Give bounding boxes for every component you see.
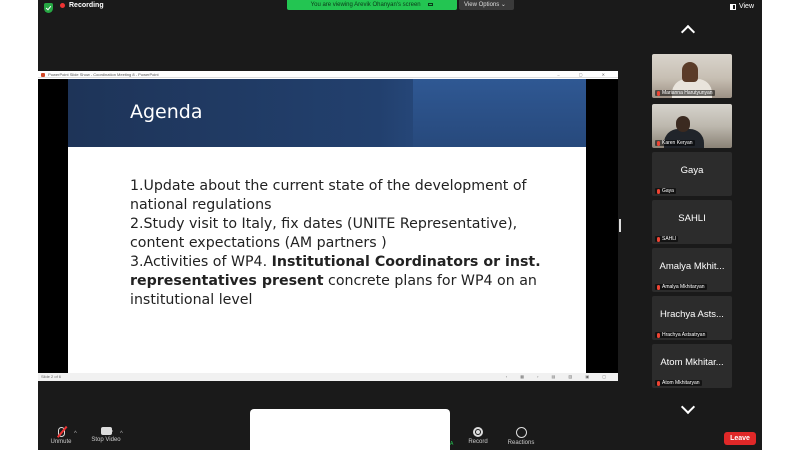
- recording-label: Recording: [69, 2, 104, 9]
- powerpoint-title: PowerPoint Slide Show - Coordination Mee…: [48, 72, 159, 77]
- video-camera-icon: [100, 427, 113, 435]
- participant-label: SAHLI: [655, 236, 679, 242]
- recording-indicator[interactable]: Recording: [60, 2, 104, 9]
- participant-video-face: [676, 116, 690, 132]
- panel-resize-handle[interactable]: [619, 219, 621, 232]
- participant-tile-name: Gaya: [680, 165, 704, 176]
- shared-screen: PowerPoint Slide Show - Coordination Mee…: [38, 71, 618, 381]
- top-bar: Recording You are viewing Arevik Ohanyan…: [38, 0, 762, 16]
- zoom-meeting-window: Recording You are viewing Arevik Ohanyan…: [38, 0, 762, 450]
- participant-video-face: [682, 62, 698, 82]
- unmute-button[interactable]: Unmute: [48, 427, 74, 445]
- stop-video-button[interactable]: Stop Video: [88, 427, 124, 443]
- mic-muted-icon: [657, 284, 660, 290]
- view-button[interactable]: View: [729, 3, 754, 10]
- participant-tile-name: Hrachya Asts...: [660, 309, 724, 320]
- record-button[interactable]: Record: [466, 427, 490, 445]
- agenda-item-prefix: 3.Activities of WP4.: [130, 254, 272, 270]
- participant-tile[interactable]: Gaya Gaya: [652, 152, 732, 196]
- screen-share-icon: [428, 2, 434, 6]
- participant-tile[interactable]: Marianna Harutyunyan: [652, 54, 732, 98]
- mic-muted-icon: [657, 332, 660, 338]
- participant-name: Atom Mkhitaryan: [662, 380, 700, 386]
- audio-options-caret[interactable]: ^: [74, 431, 77, 437]
- participant-label: Gaya: [655, 188, 676, 194]
- participant-tile[interactable]: Atom Mkhitar... Atom Mkhitaryan: [652, 344, 732, 388]
- reactions-button[interactable]: Reactions: [506, 427, 536, 446]
- participant-tile-name: Amalya Mkhit...: [659, 261, 725, 272]
- slide-title: Agenda: [130, 101, 203, 123]
- mic-muted-icon: [657, 380, 660, 386]
- unmute-label: Unmute: [50, 439, 72, 445]
- participant-name: Gaya: [662, 188, 674, 194]
- window-controls: – ▢ ✕: [557, 72, 614, 77]
- participant-tile-name: Atom Mkhitar...: [660, 357, 724, 368]
- encryption-shield-icon[interactable]: [44, 3, 53, 13]
- stop-video-label: Stop Video: [91, 437, 121, 443]
- powerpoint-icon: [41, 72, 45, 77]
- reactions-icon: [515, 427, 527, 438]
- participant-tile-name: SAHLI: [678, 213, 706, 224]
- slide-header-panel: [413, 79, 586, 147]
- participant-tile[interactable]: Amalya Mkhit... Amalya Mkhitaryan: [652, 248, 732, 292]
- recording-dot-icon: [60, 3, 65, 8]
- participant-tile[interactable]: Karen Keryan: [652, 104, 732, 148]
- chevron-down-icon[interactable]: [680, 399, 696, 415]
- agenda-item: 3.Activities of WP4. Institutional Coord…: [130, 253, 550, 310]
- slide: Agenda 1.Update about the current state …: [68, 79, 586, 373]
- mic-muted-icon: [657, 90, 660, 96]
- participant-label: Atom Mkhitaryan: [655, 380, 702, 386]
- mic-muted-icon: [657, 236, 660, 242]
- overlay-panel: [250, 409, 450, 450]
- slide-stage: Agenda 1.Update about the current state …: [38, 79, 618, 373]
- participant-label: Hrachya Astsatryan: [655, 332, 708, 338]
- participant-label: Marianna Harutyunyan: [655, 90, 715, 96]
- agenda-item: 1.Update about the current state of the …: [130, 178, 527, 213]
- leave-button[interactable]: Leave: [724, 432, 756, 445]
- slide-agenda-list: 1.Update about the current state of the …: [130, 177, 550, 310]
- view-options-button[interactable]: View Options ⌄: [459, 0, 514, 10]
- participant-name: Amalya Mkhitaryan: [662, 284, 705, 290]
- participant-name: Marianna Harutyunyan: [662, 90, 713, 96]
- participant-tile[interactable]: SAHLI SAHLI: [652, 200, 732, 244]
- view-label: View: [738, 3, 754, 10]
- mic-muted-icon: [57, 427, 65, 437]
- agenda-item: 2.Study visit to Italy, fix dates (UNITE…: [130, 216, 518, 251]
- participant-tile[interactable]: Hrachya Asts... Hrachya Astsatryan: [652, 296, 732, 340]
- slide-counter: Slide 2 of 6: [41, 374, 62, 379]
- mic-muted-icon: [657, 188, 660, 194]
- participant-name: Hrachya Astsatryan: [662, 332, 706, 338]
- video-options-caret[interactable]: ^: [120, 431, 123, 437]
- toolbar-hint: A: [450, 441, 454, 447]
- record-label: Record: [468, 439, 488, 445]
- record-icon: [473, 427, 483, 437]
- view-grid-icon: [729, 3, 736, 10]
- slideshow-controls[interactable]: ‹ ▦ › ▤ ▥ ▣ ▢: [506, 373, 612, 381]
- participant-name: SAHLI: [662, 236, 677, 242]
- reactions-label: Reactions: [507, 440, 535, 446]
- slide-header: Agenda: [68, 79, 586, 147]
- mic-muted-icon: [657, 140, 660, 146]
- screen-share-text: You are viewing Arevik Ohanyan's screen: [310, 2, 421, 8]
- participant-label: Amalya Mkhitaryan: [655, 284, 707, 290]
- chevron-up-icon[interactable]: [680, 24, 696, 40]
- powerpoint-titlebar: PowerPoint Slide Show - Coordination Mee…: [38, 71, 618, 78]
- participant-name: Karen Keryan: [662, 140, 693, 146]
- powerpoint-statusbar: Slide 2 of 6 ‹ ▦ › ▤ ▥ ▣ ▢: [38, 373, 618, 381]
- participant-label: Karen Keryan: [655, 140, 695, 146]
- screen-share-banner: You are viewing Arevik Ohanyan's screen: [287, 0, 457, 10]
